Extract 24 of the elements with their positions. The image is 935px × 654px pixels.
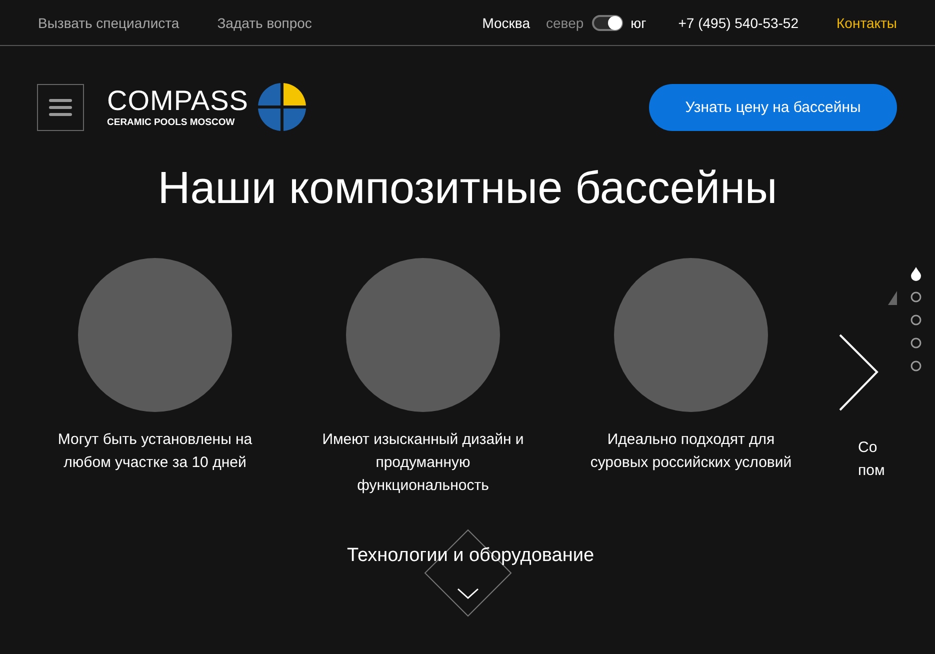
logo-icon — [258, 83, 306, 131]
feature-text: Идеально подходят для суровых российских условий — [590, 430, 792, 473]
city-label: Москва — [482, 14, 530, 30]
pager-dot[interactable] — [910, 291, 922, 303]
top-link[interactable]: Задать вопрос — [217, 14, 312, 30]
contacts-link[interactable]: Контакты — [836, 14, 897, 30]
feature-text: Могут быть установлены на любом участке за 10 дней — [58, 430, 252, 473]
menu-button[interactable] — [37, 84, 84, 130]
pager-dot[interactable] — [910, 360, 922, 372]
toggle-label: север — [546, 14, 584, 30]
triangle-icon — [888, 291, 898, 305]
top-link[interactable]: Вызвать специалиста — [38, 14, 180, 30]
phone-number: +7 (495) 540-53-52 — [678, 14, 799, 30]
toggle-label: юг — [630, 14, 646, 30]
region-toggle[interactable] — [592, 14, 623, 30]
feature-text: Имеют изысканный дизайн и продуманную функциональность — [322, 430, 524, 496]
next-section-link[interactable]: Технологии и оборудование — [346, 545, 594, 635]
logo-tagline: CERAMIC POOLS MOSCOW — [107, 116, 236, 128]
page-title: Наши композитные бассейны — [156, 161, 778, 215]
price-button[interactable]: Узнать цену на бассейны — [649, 84, 897, 130]
feature-text: Со пом — [858, 438, 886, 481]
pager-dot[interactable] — [910, 314, 922, 326]
pager-dot[interactable] — [910, 337, 922, 349]
logo-name: COMPASS — [107, 86, 248, 114]
